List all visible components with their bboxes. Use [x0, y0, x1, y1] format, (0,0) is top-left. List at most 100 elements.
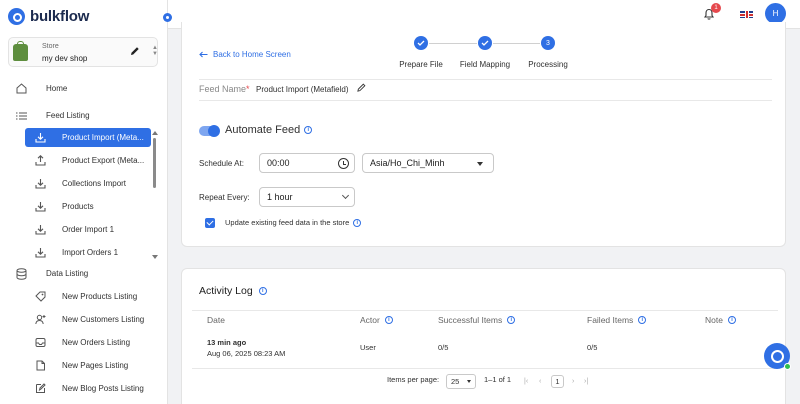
back-link-label: Back to Home Screen: [213, 50, 291, 59]
step-2-done: [478, 36, 492, 50]
step-connector: [429, 43, 477, 44]
column-header-note[interactable]: Note i: [705, 315, 736, 325]
info-icon[interactable]: i: [727, 316, 736, 324]
schedule-time-input[interactable]: 00:00: [259, 153, 355, 173]
product-icon: [34, 291, 46, 303]
avatar[interactable]: H: [765, 3, 786, 24]
sidebar-item-label: New Pages Listing: [62, 361, 129, 370]
chevron-down-icon: [341, 191, 350, 200]
divider: [199, 79, 772, 80]
info-icon[interactable]: i: [258, 287, 267, 295]
step-connector: [493, 43, 540, 44]
check-icon: [481, 40, 489, 46]
scroll-down-icon[interactable]: [152, 255, 158, 259]
sidebar-scrollbar[interactable]: [152, 131, 158, 259]
sidebar-item-product-export[interactable]: Product Export (Meta...: [25, 151, 151, 170]
repeat-interval-select[interactable]: 1 hour: [259, 187, 355, 207]
customer-icon: [34, 314, 46, 326]
brand-logo[interactable]: bulkflow: [8, 7, 89, 25]
sidebar-item-product-import[interactable]: Product Import (Meta...: [25, 128, 151, 147]
next-page-icon[interactable]: ›: [572, 378, 574, 385]
update-existing-checkbox[interactable]: [205, 218, 215, 228]
step-label: Field Mapping: [459, 60, 511, 69]
chevron-updown-icon[interactable]: ▲ ▼: [152, 45, 158, 57]
sidebar-item-label: Product Import (Meta...: [62, 133, 144, 142]
info-icon[interactable]: i: [507, 316, 516, 324]
divider: [199, 100, 772, 101]
sidebar-collapse-button[interactable]: [163, 13, 172, 22]
brand-name: bulkflow: [30, 7, 90, 25]
sidebar-section-feed-listing[interactable]: Feed Listing: [15, 107, 90, 124]
schedule-label: Schedule At:: [199, 159, 244, 168]
last-page-icon[interactable]: ›|: [584, 378, 588, 385]
feed-name-value: Product Import (Metafield): [256, 85, 349, 94]
page-icon: [34, 360, 46, 372]
sidebar-item-import-orders-1[interactable]: Import Orders 1: [25, 243, 151, 262]
step-3-current: 3: [541, 36, 555, 50]
pencil-icon[interactable]: [130, 46, 140, 56]
logo-icon: [8, 7, 25, 25]
sidebar-section-label: Data Listing: [46, 269, 89, 278]
home-icon: [15, 83, 27, 95]
info-icon[interactable]: i: [353, 218, 362, 227]
divider: [192, 368, 778, 369]
sidebar-item-label: Products: [62, 202, 94, 211]
sidebar-item-label: Order Import 1: [62, 225, 115, 234]
check-icon: [417, 40, 425, 46]
store-name: my dev shop: [42, 54, 88, 63]
column-header-successful-items[interactable]: Successful Items i: [438, 315, 516, 325]
current-page-button[interactable]: 1: [551, 375, 564, 388]
order-icon: [34, 337, 46, 349]
list-icon: [15, 110, 27, 122]
scroll-up-icon[interactable]: [152, 131, 158, 135]
sidebar: bulkflow Store my dev shop ▲ ▼ Home Feed …: [0, 0, 168, 404]
sidebar-item-new-pages-listing[interactable]: New Pages Listing: [25, 356, 151, 375]
first-page-icon[interactable]: |‹: [524, 378, 528, 385]
uk-flag-icon[interactable]: [740, 11, 753, 18]
row-date: Aug 06, 2025 08:23 AM: [207, 349, 286, 358]
sidebar-item-new-orders-listing[interactable]: New Orders Listing: [25, 333, 151, 352]
sidebar-item-new-blog-posts-listing[interactable]: New Blog Posts Listing: [25, 379, 151, 398]
sidebar-item-label: New Blog Posts Listing: [62, 384, 144, 393]
export-icon: [34, 155, 46, 167]
online-status-dot: [784, 363, 791, 370]
sidebar-item-order-import-1[interactable]: Order Import 1: [25, 220, 151, 239]
info-icon[interactable]: i: [638, 316, 647, 324]
row-failed-items: 0/5: [587, 343, 598, 352]
store-selector[interactable]: Store my dev shop ▲ ▼: [8, 37, 158, 67]
pagination-range: 1–1 of 1: [484, 375, 512, 384]
scroll-thumb[interactable]: [153, 138, 156, 188]
sidebar-item-home[interactable]: Home: [15, 80, 67, 97]
sidebar-item-new-customers-listing[interactable]: New Customers Listing: [25, 310, 151, 329]
sidebar-section-data-listing[interactable]: Data Listing: [15, 265, 88, 282]
column-header-date[interactable]: Date: [207, 315, 225, 325]
sidebar-item-products[interactable]: Products: [25, 197, 151, 216]
pencil-icon[interactable]: [357, 83, 366, 92]
feed-name-label: Feed Name*: [199, 84, 250, 94]
column-header-actor[interactable]: Actor i: [360, 315, 393, 325]
feed-settings-card: Back to Home Screen 3 Prepare File Field…: [181, 22, 786, 247]
items-per-page-select[interactable]: 25: [446, 374, 476, 389]
prev-page-icon[interactable]: ‹: [539, 378, 541, 385]
activity-log-title: Activity Log i: [199, 285, 267, 297]
import-icon: [34, 247, 46, 259]
database-icon: [15, 267, 27, 280]
sidebar-item-new-products-listing[interactable]: New Products Listing: [25, 287, 151, 306]
back-to-home-link[interactable]: Back to Home Screen: [199, 50, 291, 59]
timezone-select[interactable]: Asia/Ho_Chi_Minh: [362, 153, 494, 173]
store-label: Store: [42, 43, 59, 50]
row-relative-time: 13 min ago: [207, 338, 247, 347]
items-per-page-label: Items per page:: [387, 375, 440, 384]
column-header-failed-items[interactable]: Failed Items i: [587, 315, 647, 325]
divider: [192, 310, 778, 311]
update-existing-label: Update existing feed data in the store i: [225, 218, 362, 227]
caret-down-icon: [477, 162, 483, 166]
info-icon[interactable]: i: [304, 126, 313, 134]
automate-feed-toggle[interactable]: [199, 125, 220, 137]
info-icon[interactable]: i: [384, 316, 393, 324]
clock-icon[interactable]: [338, 158, 349, 169]
sidebar-item-collections-import[interactable]: Collections Import: [25, 174, 151, 193]
activity-log-card: Activity Log i Date Actor i Successful It…: [181, 268, 786, 404]
import-icon: [34, 224, 46, 236]
import-icon: [34, 132, 46, 144]
